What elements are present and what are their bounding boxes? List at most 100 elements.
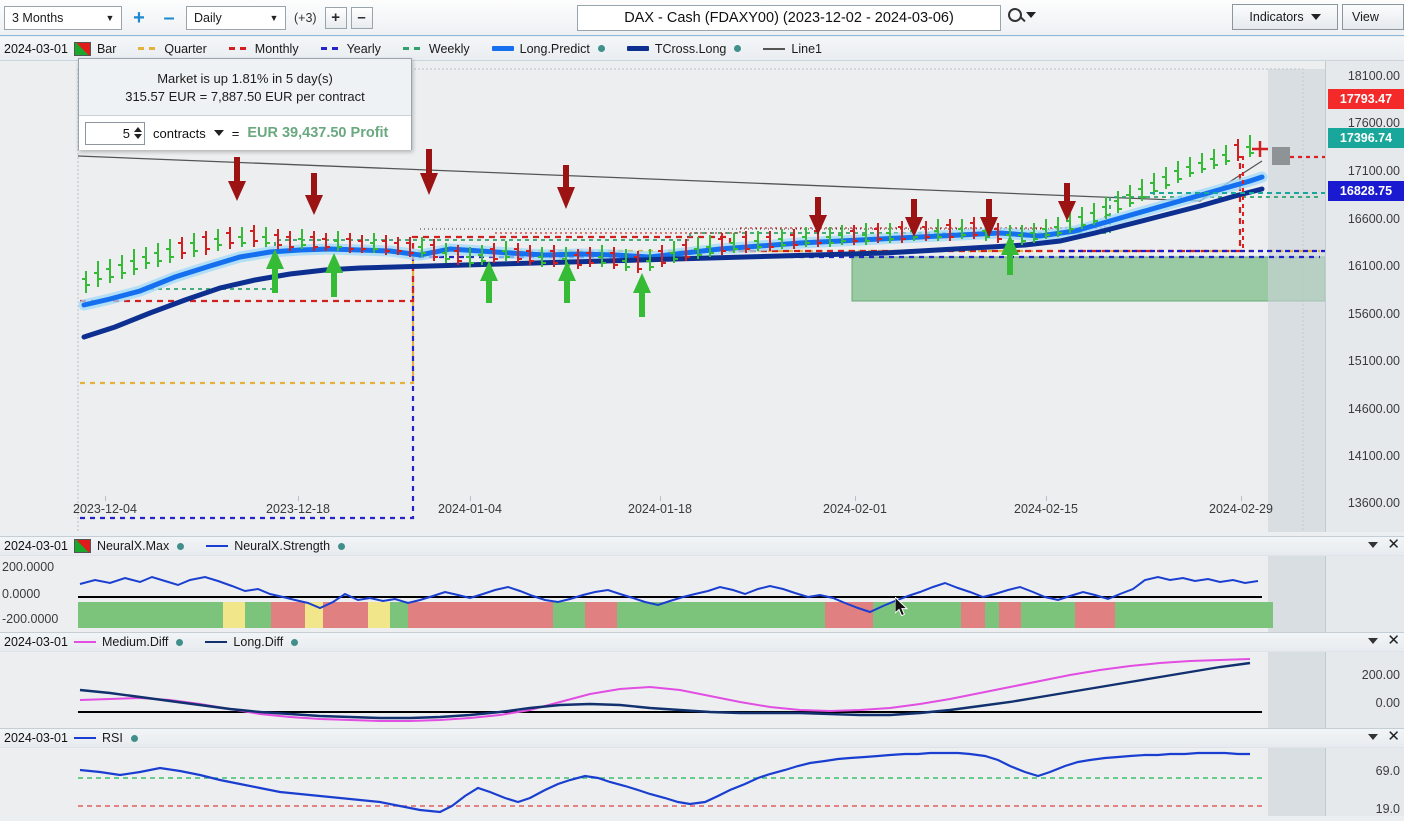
time-axis: 2023-12-042023-12-182024-01-042024-01-18… [0, 496, 1404, 532]
panel-rsi-legend-label: RSI [102, 731, 123, 745]
price-axis-tick: 16100.00 [1348, 259, 1400, 273]
time-axis-label: 2024-02-01 [823, 502, 887, 516]
price-axis-badge[interactable]: 16828.75 [1328, 181, 1404, 201]
stepper-arrows[interactable] [134, 127, 142, 139]
main-legend-label: Line1 [791, 42, 822, 56]
time-axis-tick [105, 496, 106, 501]
time-axis-label: 2024-02-29 [1209, 502, 1273, 516]
close-icon[interactable]: ✕ [1387, 635, 1400, 647]
close-icon[interactable]: ✕ [1387, 539, 1400, 551]
interval-minus-button[interactable]: – [351, 7, 373, 29]
symbol-title-text: DAX - Cash (FDAXY00) (2023-12-02 - 2024-… [624, 10, 954, 26]
interval-select[interactable]: Daily ▼ [186, 6, 286, 30]
profit-tooltip-header: Market is up 1.81% in 5 day(s) 315.57 EU… [79, 59, 411, 115]
line-swatch-icon [627, 46, 649, 51]
panel-diff-controls[interactable]: ✕ [1368, 635, 1400, 647]
panel-rsi-plot[interactable] [0, 748, 1325, 816]
panel-neuralx[interactable]: 2024-03-01 NeuralX.MaxNeuralX.Strength ✕ [0, 536, 1404, 632]
indicators-button[interactable]: Indicators [1232, 4, 1338, 30]
time-axis-tick [660, 496, 661, 501]
per-contract-line: 315.57 EUR = 7,887.50 EUR per contract [125, 89, 365, 104]
close-icon[interactable]: ✕ [1387, 731, 1400, 743]
settings-dot-icon[interactable] [291, 639, 298, 646]
settings-dot-icon[interactable] [734, 45, 741, 52]
symbol-search-button[interactable] [1008, 8, 1036, 22]
time-axis-tick [1241, 496, 1242, 501]
panel-rsi-y-label: 69.0 [1376, 764, 1400, 778]
panel-rsi-y-label: 19.0 [1376, 802, 1400, 816]
settings-dot-icon[interactable] [177, 543, 184, 550]
settings-dot-icon[interactable] [338, 543, 345, 550]
time-axis-label: 2024-02-15 [1014, 502, 1078, 516]
main-legend-label: Long.Predict [520, 42, 590, 56]
settings-dot-icon[interactable] [131, 735, 138, 742]
symbol-title-field[interactable]: DAX - Cash (FDAXY00) (2023-12-02 - 2024-… [577, 5, 1001, 31]
price-axis[interactable]: 18100.0017600.0017100.0016600.0016100.00… [1325, 61, 1404, 532]
settings-dot-icon[interactable] [598, 45, 605, 52]
panel-neuralx-plot[interactable] [0, 556, 1325, 632]
line-swatch-icon [74, 737, 96, 739]
view-button[interactable]: View [1342, 4, 1404, 30]
price-axis-badge[interactable]: 17396.74 [1328, 128, 1404, 148]
stepper-down-icon[interactable] [134, 134, 142, 139]
stepper-up-icon[interactable] [134, 127, 142, 132]
interval-plus-button[interactable]: + [325, 7, 347, 29]
panel-diff-date: 2024-03-01 [0, 635, 74, 649]
panel-diff-plot[interactable] [0, 652, 1325, 728]
period-minus-button[interactable]: – [156, 5, 182, 31]
panel-diff-legend-item[interactable]: Long.Diff [205, 635, 298, 649]
main-legend-item[interactable]: Weekly [403, 42, 470, 56]
contracts-stepper[interactable]: 5 [85, 122, 145, 145]
bar-swatch-icon [74, 539, 91, 553]
settings-dot-icon[interactable] [176, 639, 183, 646]
line-swatch-icon [205, 641, 227, 643]
indicators-button-label: Indicators [1249, 10, 1303, 24]
panel-neuralx-legend-item[interactable]: NeuralX.Strength [206, 539, 345, 553]
panel-rsi-legend: 2024-03-01 RSI ✕ [0, 728, 1404, 748]
equals-sign: = [232, 126, 240, 141]
time-axis-tick [470, 496, 471, 501]
panel-neuralx-controls[interactable]: ✕ [1368, 539, 1400, 551]
chevron-down-icon [1026, 12, 1036, 18]
market-summary-line: Market is up 1.81% in 5 day(s) [157, 71, 333, 86]
period-plus-button[interactable]: + [126, 5, 152, 31]
price-axis-tick: 17100.00 [1348, 164, 1400, 178]
panel-neuralx-legend-label: NeuralX.Strength [234, 539, 330, 553]
main-legend-item[interactable]: Quarter [138, 42, 206, 56]
main-legend-item[interactable]: Bar [74, 42, 116, 56]
price-axis-tick: 15600.00 [1348, 307, 1400, 321]
interval-select-value: Daily [194, 11, 222, 25]
profit-tooltip-body[interactable]: 5 contracts = EUR 39,437.50 Profit [79, 115, 411, 150]
main-legend-item[interactable]: TCross.Long [627, 42, 742, 56]
panel-diff-axis [1325, 652, 1404, 728]
panel-diff[interactable]: 2024-03-01 Medium.DiffLong.Diff ✕ 200.00… [0, 632, 1404, 728]
neuralx-svg [0, 556, 1325, 632]
panel-neuralx-legend-item[interactable]: NeuralX.Max [74, 539, 184, 553]
collapse-icon[interactable] [1368, 734, 1378, 740]
main-legend-item[interactable]: Line1 [763, 42, 822, 56]
panel-neuralx-y-label: 0.0000 [2, 587, 40, 601]
profit-tooltip[interactable]: Market is up 1.81% in 5 day(s) 315.57 EU… [78, 58, 412, 150]
dashed-line-swatch-icon [403, 47, 423, 50]
period-select[interactable]: 3 Months ▼ [4, 6, 122, 30]
line-swatch-icon [74, 641, 96, 643]
panel-rsi[interactable]: 2024-03-01 RSI ✕ 69.0 19.0 [0, 728, 1404, 816]
collapse-icon[interactable] [1368, 638, 1378, 644]
main-legend-item[interactable]: Long.Predict [492, 42, 605, 56]
panel-rsi-controls[interactable]: ✕ [1368, 731, 1400, 743]
main-legend-label: Yearly [347, 42, 381, 56]
chevron-down-icon[interactable] [214, 130, 224, 136]
main-legend-label: TCross.Long [655, 42, 727, 56]
bar-swatch-icon [74, 42, 91, 56]
price-axis-badge[interactable]: 17793.47 [1328, 89, 1404, 109]
collapse-icon[interactable] [1368, 542, 1378, 548]
panel-rsi-legend-item[interactable]: RSI [74, 731, 138, 745]
line-swatch-icon [206, 545, 228, 547]
dashed-line-swatch-icon [229, 47, 249, 50]
main-legend-item[interactable]: Monthly [229, 42, 299, 56]
main-legend-item[interactable]: Yearly [321, 42, 381, 56]
panel-diff-legend-item[interactable]: Medium.Diff [74, 635, 183, 649]
panel-neuralx-legend: 2024-03-01 NeuralX.MaxNeuralX.Strength ✕ [0, 536, 1404, 556]
time-axis-label: 2024-01-18 [628, 502, 692, 516]
dashed-line-swatch-icon [138, 47, 158, 50]
